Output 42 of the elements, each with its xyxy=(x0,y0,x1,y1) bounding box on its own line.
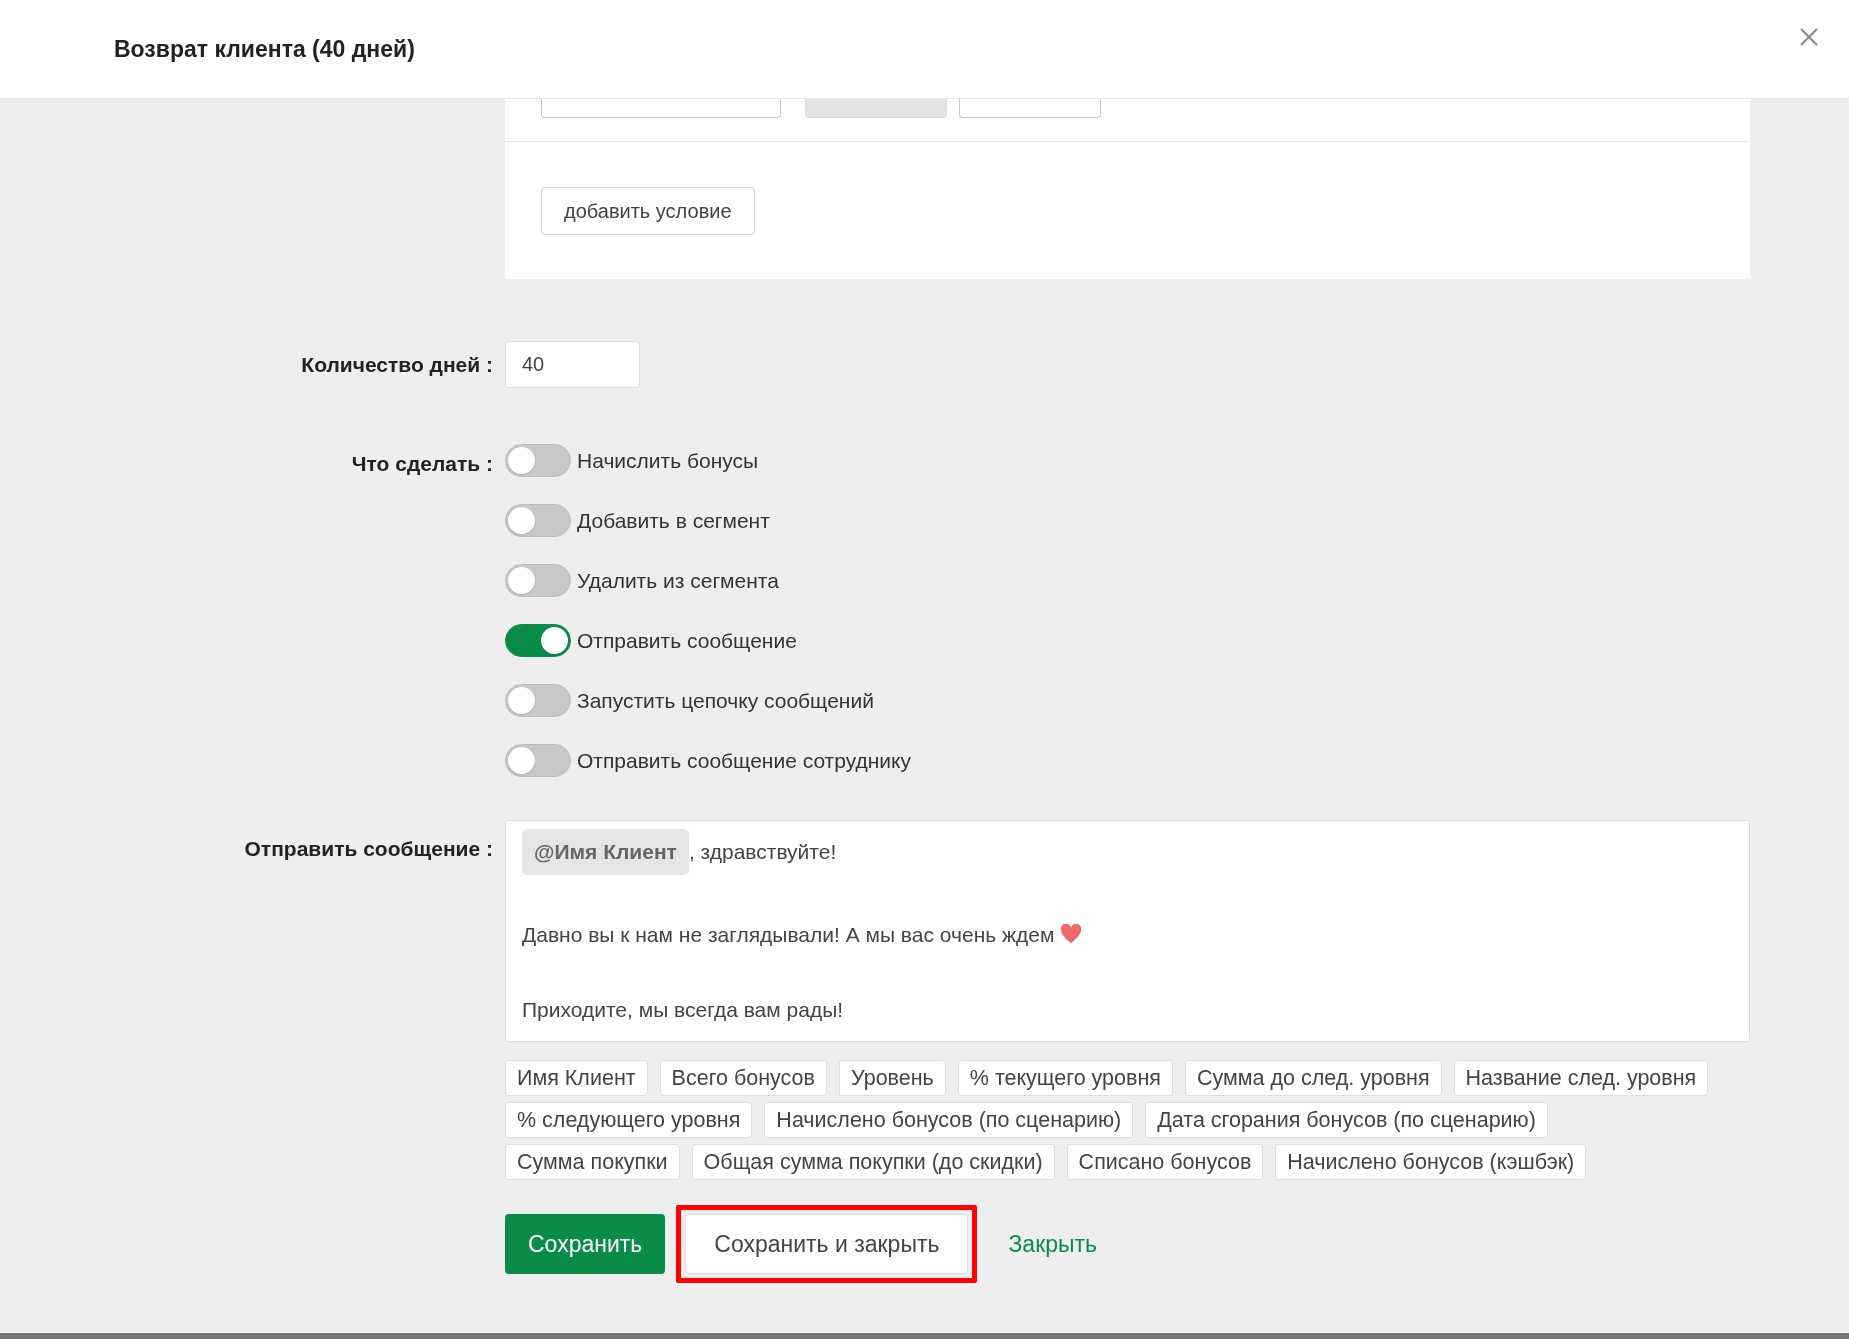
toggle-label: Запустить цепочку сообщений xyxy=(577,687,874,714)
variable-chip[interactable]: Начислено бонусов (кэшбэк) xyxy=(1275,1144,1587,1180)
variable-chip[interactable]: Сумма покупки xyxy=(505,1144,680,1180)
mention-tag: @Имя Клиент xyxy=(522,829,689,875)
field-label: Количество дней : xyxy=(301,351,493,378)
variable-chip[interactable]: Название след. уровня xyxy=(1453,1060,1709,1096)
message-editor[interactable]: @Имя Клиент , здравствуйте! Давно вы к нам не заглядывали! А мы вас очень ждем Приходите, мы всегда вам рады! xyxy=(505,820,1750,1042)
variable-chip[interactable]: Списано бонусов xyxy=(1066,1144,1264,1180)
toggle-label: Удалить из сегмента xyxy=(577,567,779,594)
toggle-label: Начислить бонусы xyxy=(577,447,759,474)
days-input[interactable]: 40 xyxy=(505,341,640,388)
message-text: Приходите, мы всегда вам рады! xyxy=(522,997,844,1023)
variable-chip[interactable]: % следующего уровня xyxy=(505,1102,753,1138)
variable-chip[interactable]: Имя Клиент xyxy=(505,1060,648,1096)
toggle-label: Отправить сообщение сотруднику xyxy=(577,747,911,774)
toggle-switch[interactable] xyxy=(505,564,571,597)
message-text: Давно вы к нам не заглядывали! А мы вас очень ждем xyxy=(522,921,1055,948)
variable-chip[interactable]: Уровень xyxy=(839,1060,946,1096)
close-icon[interactable] xyxy=(1799,27,1819,47)
variable-chip[interactable]: Сумма до след. уровня xyxy=(1184,1060,1442,1096)
toggle-switch[interactable] xyxy=(505,684,571,717)
toggle-switch[interactable] xyxy=(505,744,571,777)
variable-chip[interactable]: Начислено бонусов (по сценарию) xyxy=(764,1102,1134,1138)
save-button[interactable]: Сохранить xyxy=(505,1214,666,1274)
save-and-close-button[interactable]: Сохранить и закрыть xyxy=(685,1214,969,1274)
toggle-switch[interactable] xyxy=(505,504,571,537)
field-label: Что сделать : xyxy=(351,451,493,477)
field-label: Отправить сообщение : xyxy=(244,836,493,862)
toggle-label: Добавить в сегмент xyxy=(577,507,770,534)
toggle-switch[interactable] xyxy=(505,444,571,477)
message-text: , здравствуйте! xyxy=(688,839,837,865)
toggle-switch[interactable] xyxy=(505,624,571,657)
variable-chip[interactable]: Общая сумма покупки (до скидки) xyxy=(691,1144,1055,1180)
variable-chip[interactable]: Дата сгорания бонусов (по сценарию) xyxy=(1145,1102,1548,1138)
partially-hidden-button[interactable] xyxy=(959,99,1101,118)
close-link[interactable]: Закрыть xyxy=(988,1230,1118,1257)
variable-chip[interactable]: % текущего уровня xyxy=(957,1060,1173,1096)
add-condition-button[interactable]: добавить условие xyxy=(541,186,755,235)
toggle-label: Отправить сообщение xyxy=(577,627,797,654)
variable-chip[interactable]: Всего бонусов xyxy=(659,1060,827,1096)
window-title: Возврат клиента (40 дней) xyxy=(114,34,415,64)
partially-hidden-button[interactable] xyxy=(541,99,781,118)
